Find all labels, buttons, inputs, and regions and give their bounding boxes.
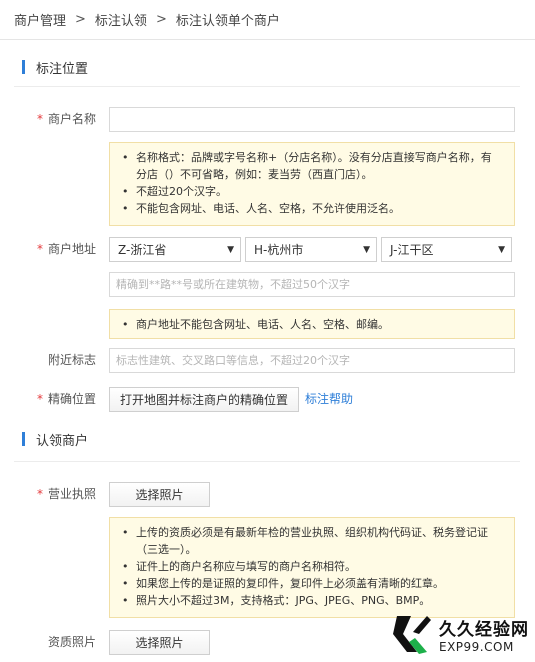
breadcrumb-merchant-management[interactable]: 商户管理: [14, 10, 66, 29]
license-tips: 上传的资质必须是有最新年检的营业执照、组织机构代码证、税务登记证（三选一）。 证…: [109, 517, 515, 618]
breadcrumb: 商户管理 > 标注认领 > 标注认领单个商户: [0, 0, 535, 40]
tip-item: 不能包含网址、电话、人名、空格，不允许使用泛名。: [122, 200, 502, 217]
breadcrumb-separator: >: [75, 12, 86, 27]
merchant-address-label: * 商户地址: [36, 242, 96, 256]
required-mark: *: [36, 487, 43, 501]
tip-item: 上传的资质必须是有最新年检的营业执照、组织机构代码证、税务登记证（三选一）。: [122, 524, 502, 558]
watermark: 久久经验网 EXP99.COM: [391, 612, 529, 656]
qualification-photo-label: 资质照片: [47, 635, 96, 649]
section-title-text: 标注位置: [36, 61, 89, 77]
nearby-landmark-label: 附近标志: [47, 353, 96, 367]
address-tips: 商户地址不能包含网址、电话、人名、空格、邮编。: [109, 309, 515, 339]
section-bar: [22, 432, 25, 446]
merchant-name-input[interactable]: [109, 107, 515, 132]
merchant-name-label: * 商户名称: [36, 112, 96, 126]
address-detail-input[interactable]: [109, 272, 515, 297]
required-mark: *: [36, 112, 43, 126]
breadcrumb-separator: >: [155, 12, 167, 27]
city-select[interactable]: H-杭州市 ▼: [245, 237, 377, 262]
watermark-cn: 久久经验网: [439, 619, 529, 640]
precise-location-label: * 精确位置: [36, 392, 96, 406]
required-mark: *: [36, 392, 43, 406]
caret-down-icon: ▼: [498, 244, 505, 255]
section-title-claim: 认领商户: [14, 424, 520, 454]
open-map-button[interactable]: 打开地图并标注商户的精确位置: [109, 387, 299, 412]
tip-item: 证件上的商户名称应与填写的商户名称相符。: [122, 558, 502, 575]
merchant-name-tips: 名称格式：品牌或字号名称+（分店名称）。没有分店直接写商户名称，有分店（）不可省…: [109, 142, 515, 226]
watermark-en: EXP99.COM: [439, 639, 514, 654]
district-select[interactable]: J-江干区 ▼: [381, 237, 512, 262]
section-bar: [22, 60, 25, 74]
choose-license-photo-button[interactable]: 选择照片: [109, 482, 210, 507]
tip-item: 不超过20个汉字。: [122, 183, 502, 200]
required-mark: *: [36, 242, 43, 256]
mark-help-link[interactable]: 标注帮助: [305, 387, 353, 412]
nearby-landmark-input[interactable]: [109, 348, 515, 373]
tip-item: 名称格式：品牌或字号名称+（分店名称）。没有分店直接写商户名称，有分店（）不可省…: [122, 149, 502, 183]
section-divider: [14, 461, 520, 462]
breadcrumb-mark-claim[interactable]: 标注认领: [95, 10, 147, 29]
caret-down-icon: ▼: [227, 244, 234, 255]
business-license-label: * 营业执照: [36, 487, 96, 501]
tip-item: 如果您上传的是证照的复印件，复印件上必须盖有清晰的红章。: [122, 575, 502, 592]
caret-down-icon: ▼: [363, 244, 370, 255]
watermark-logo-icon: [391, 612, 433, 656]
province-select[interactable]: Z-浙江省 ▼: [109, 237, 241, 262]
breadcrumb-current: 标注认领单个商户: [175, 14, 280, 29]
section-divider: [14, 86, 520, 87]
section-title-location: 标注位置: [14, 52, 520, 82]
choose-qualification-photo-button[interactable]: 选择照片: [109, 630, 210, 655]
tip-item: 照片大小不超过3M，支持格式：JPG、JPEG、PNG、BMP。: [122, 592, 502, 609]
tip-item: 商户地址不能包含网址、电话、人名、空格、邮编。: [122, 316, 502, 333]
section-title-text: 认领商户: [36, 433, 89, 449]
